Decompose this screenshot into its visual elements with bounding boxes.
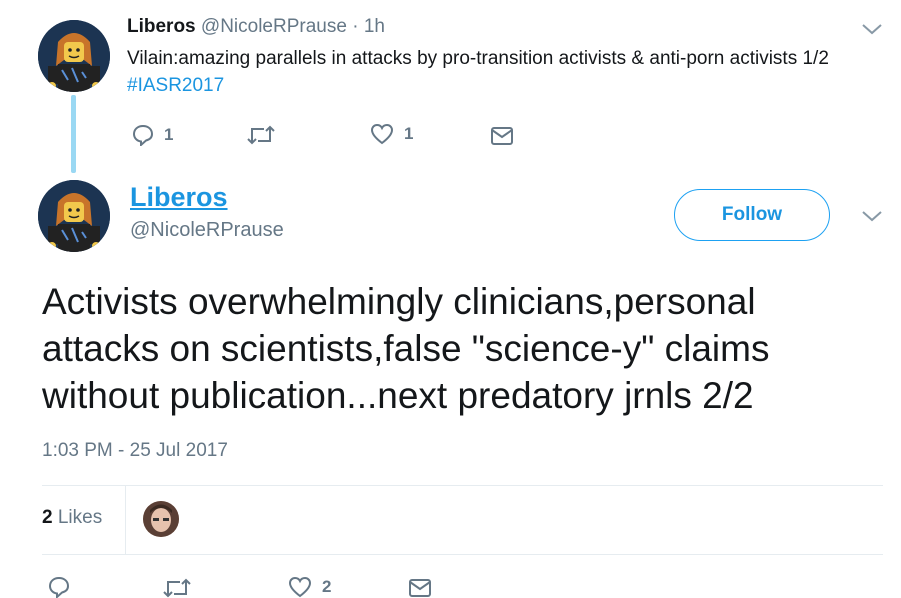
like-count: 1: [404, 124, 414, 143]
avatar[interactable]: [38, 20, 110, 92]
hashtag-link[interactable]: #IASR2017: [127, 75, 224, 96]
reply-icon: [132, 124, 154, 146]
chevron-down-icon[interactable]: [861, 22, 883, 36]
previous-tweet-header: Liberos @NicoleRPrause · 1h: [127, 14, 385, 40]
heart-icon: [288, 576, 312, 598]
retweet-icon: [163, 578, 191, 598]
direct-message-button[interactable]: [490, 126, 514, 146]
like-button[interactable]: 2: [288, 576, 331, 598]
reply-icon: [48, 576, 70, 598]
divider: [42, 554, 883, 555]
previous-tweet-text: Vilain:amazing parallels in attacks by p…: [127, 45, 867, 99]
tweet-body: Vilain:amazing parallels in attacks by p…: [127, 48, 829, 69]
mail-icon: [491, 127, 513, 145]
heart-icon: [370, 123, 394, 145]
retweet-button[interactable]: [163, 578, 191, 598]
likes-stat[interactable]: 2 Likes: [42, 507, 102, 529]
tweet-time[interactable]: 1h: [364, 16, 385, 37]
reply-button[interactable]: 1: [132, 124, 173, 146]
avatar[interactable]: [38, 180, 110, 252]
chevron-down-icon[interactable]: [861, 209, 883, 223]
likes-count: 2: [42, 507, 53, 528]
follow-button[interactable]: Follow: [674, 189, 830, 241]
divider: [125, 486, 126, 554]
time-separator: ·: [352, 16, 359, 37]
retweet-icon: [247, 125, 275, 145]
like-count: 2: [322, 577, 332, 596]
author-name[interactable]: Liberos: [127, 16, 196, 37]
liker-avatar[interactable]: [143, 501, 179, 537]
retweet-button[interactable]: [247, 125, 275, 145]
author-handle[interactable]: @NicoleRPrause: [130, 218, 284, 242]
tweet-timestamp[interactable]: 1:03 PM - 25 Jul 2017: [42, 440, 228, 462]
likes-label: Likes: [57, 507, 103, 528]
mail-icon: [409, 579, 431, 597]
divider: [42, 485, 883, 486]
author-handle[interactable]: @NicoleRPrause: [201, 16, 347, 37]
reply-button[interactable]: [48, 576, 70, 598]
direct-message-button[interactable]: [408, 578, 432, 598]
reply-count: 1: [164, 125, 174, 144]
like-button[interactable]: 1: [370, 123, 413, 145]
tweet-body: Activists overwhelmingly clinicians,pers…: [42, 281, 770, 416]
author-name[interactable]: Liberos: [130, 181, 228, 213]
thread-connector-line: [71, 95, 76, 173]
